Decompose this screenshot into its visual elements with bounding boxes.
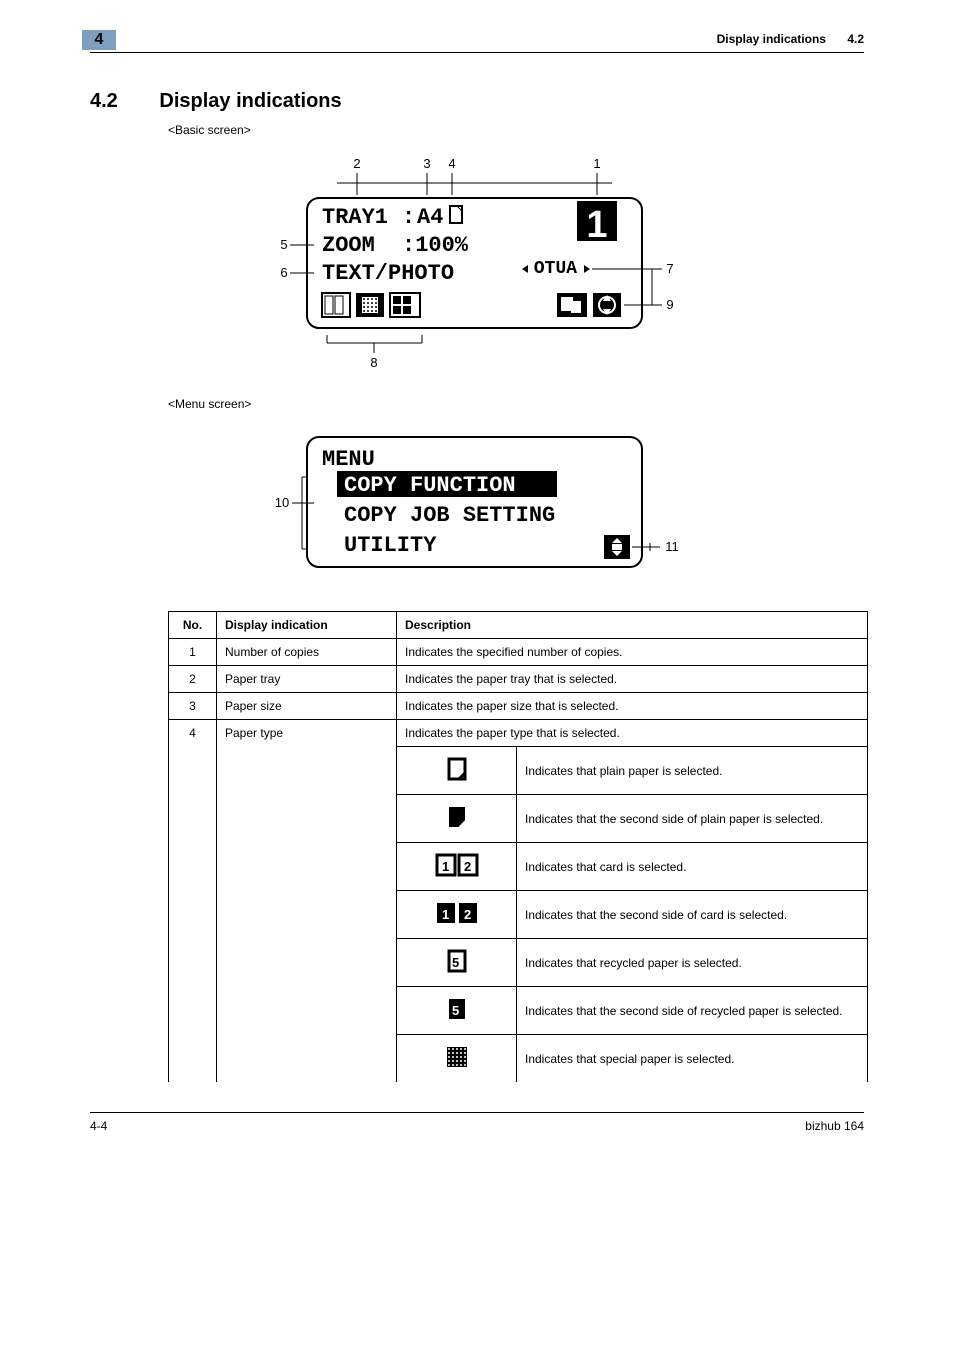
svg-text:TEXT/PHOTO: TEXT/PHOTO (322, 261, 454, 286)
table-row: 5 Indicates that the second side of recy… (169, 987, 868, 1035)
table-row: 3 Paper size Indicates the paper size th… (169, 693, 868, 720)
svg-text:6: 6 (280, 265, 287, 280)
svg-text:COPY JOB SETTING: COPY JOB SETTING (344, 503, 555, 528)
table-row: 5 Indicates that recycled paper is selec… (169, 939, 868, 987)
menu-screen-diagram: MENU COPY FUNCTION COPY JOB SETTING UTIL… (90, 427, 864, 587)
svg-text:AUTO: AUTO (534, 259, 577, 279)
model-name: bizhub 164 (805, 1119, 864, 1133)
section-title: Display indications (159, 90, 341, 112)
svg-text:A4: A4 (417, 205, 443, 230)
table-row: 1 2 Indicates that card is selected. (169, 843, 868, 891)
table-row: Indicates that the second side of plain … (169, 795, 868, 843)
table-row: 4 Paper type Indicates the paper type th… (169, 720, 868, 747)
svg-text::100%: :100% (402, 233, 469, 258)
subhead-basic: <Basic screen> (168, 123, 864, 137)
svg-text:COPY FUNCTION: COPY FUNCTION (344, 473, 516, 498)
indications-table: No. Display indication Description 1 Num… (168, 611, 868, 1082)
svg-text:9: 9 (666, 297, 673, 312)
running-head: Display indications 4.2 (717, 32, 864, 46)
svg-text:10: 10 (275, 495, 289, 510)
chapter-tab: 4 (82, 30, 116, 50)
plain-paper-side2-icon (397, 795, 517, 843)
svg-text:4: 4 (448, 156, 455, 171)
table-row: Indicates that special paper is selected… (169, 1035, 868, 1083)
col-no: No. (169, 612, 217, 639)
svg-text:UTILITY: UTILITY (344, 533, 437, 558)
svg-text:1: 1 (442, 907, 449, 922)
page: 4 Display indications 4.2 4.2 Display in… (0, 0, 954, 1153)
svg-text:11: 11 (665, 539, 679, 554)
table-row: 1 Number of copies Indicates the specifi… (169, 639, 868, 666)
section-number: 4.2 (90, 90, 118, 112)
svg-text:MENU: MENU (322, 447, 375, 472)
svg-text:3: 3 (423, 156, 430, 171)
svg-text:5: 5 (452, 955, 459, 970)
col-description: Description (397, 612, 868, 639)
page-number: 4-4 (90, 1119, 107, 1133)
card-icon: 1 2 (397, 843, 517, 891)
table-row: 2 Paper tray Indicates the paper tray th… (169, 666, 868, 693)
svg-text:1: 1 (593, 156, 600, 171)
subhead-menu: <Menu screen> (168, 397, 864, 411)
special-icon (397, 1035, 517, 1083)
svg-text:5: 5 (280, 237, 287, 252)
running-section: 4.2 (847, 32, 864, 46)
content: 4.2 Display indications <Basic screen> 2… (90, 90, 864, 1133)
recycled-icon: 5 (397, 939, 517, 987)
top-rule (90, 52, 864, 53)
table-row: Indicates that plain paper is selected. (169, 747, 868, 795)
svg-text:2: 2 (353, 156, 360, 171)
card-side2-icon: 1 2 (397, 891, 517, 939)
plain-paper-icon (397, 747, 517, 795)
svg-text:2: 2 (464, 907, 471, 922)
svg-text:2: 2 (464, 859, 471, 874)
col-indication: Display indication (217, 612, 397, 639)
svg-text:5: 5 (452, 1003, 459, 1018)
svg-text::: : (402, 205, 415, 230)
svg-text:TRAY1: TRAY1 (322, 205, 388, 230)
basic-screen-diagram: 2 3 4 1 TRAY1 : A4 (90, 153, 864, 373)
svg-text:8: 8 (370, 355, 377, 370)
svg-text:1: 1 (586, 204, 607, 246)
recycled-side2-icon: 5 (397, 987, 517, 1035)
table-row: 1 2 Indicates that the second side of ca… (169, 891, 868, 939)
svg-text:ZOOM: ZOOM (322, 233, 375, 258)
svg-text:7: 7 (666, 261, 673, 276)
footer: 4-4 bizhub 164 (90, 1112, 864, 1133)
section-heading: 4.2 Display indications (90, 90, 864, 113)
svg-text:1: 1 (442, 859, 449, 874)
running-title: Display indications (717, 32, 826, 46)
